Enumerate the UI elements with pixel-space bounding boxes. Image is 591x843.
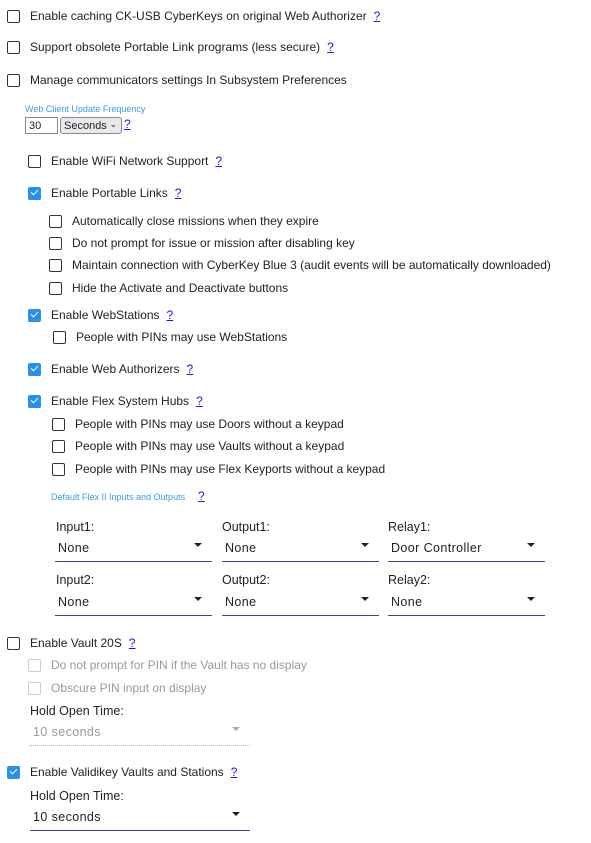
- checkbox[interactable]: [52, 439, 65, 453]
- help-link[interactable]: ?: [129, 636, 136, 650]
- input1-label: Input1:: [56, 520, 95, 534]
- option-manage-communicators[interactable]: Manage communicators settings In Subsyst…: [7, 73, 347, 87]
- option-wifi[interactable]: Enable WiFi Network Support?: [28, 154, 222, 168]
- dropdown-arrow-icon: [361, 543, 369, 547]
- help-link[interactable]: ?: [175, 186, 182, 200]
- option-web-authorizers[interactable]: Enable Web Authorizers?: [28, 362, 193, 376]
- output1-label: Output1:: [222, 520, 270, 534]
- input2-label: Input2:: [56, 573, 95, 587]
- dropdown-arrow-icon: [232, 812, 240, 816]
- checkbox[interactable]: [28, 394, 41, 408]
- checkbox[interactable]: [7, 40, 20, 54]
- frequency-input[interactable]: 30: [25, 117, 58, 134]
- output2-label: Output2:: [222, 573, 270, 587]
- dropdown-arrow-icon: [194, 597, 202, 601]
- checkbox[interactable]: [7, 636, 20, 650]
- option-webstations[interactable]: Enable WebStations?: [28, 308, 173, 322]
- relay1-select[interactable]: Door Controller: [388, 539, 545, 562]
- option-hide-activate[interactable]: Hide the Activate and Deactivate buttons: [49, 281, 288, 295]
- option-flex-keyports[interactable]: People with PINs may use Flex Keyports w…: [52, 462, 385, 476]
- option-flex-hubs[interactable]: Enable Flex System Hubs?: [28, 394, 203, 408]
- checkbox[interactable]: [7, 73, 20, 87]
- option-maintain-blue3[interactable]: Maintain connection with CyberKey Blue 3…: [49, 258, 551, 272]
- option-obscure-pin: Obscure PIN input on display: [28, 681, 206, 695]
- checkbox[interactable]: [49, 214, 62, 228]
- checkbox[interactable]: [53, 330, 66, 344]
- dropdown-arrow-icon: [527, 543, 535, 547]
- relay2-select[interactable]: None: [388, 593, 545, 616]
- help-link[interactable]: ?: [196, 394, 203, 408]
- option-portable-links[interactable]: Enable Portable Links?: [28, 186, 181, 200]
- help-link[interactable]: ?: [198, 489, 205, 503]
- option-no-prompt-issue[interactable]: Do not prompt for issue or mission after…: [49, 236, 355, 250]
- option-auto-close-missions[interactable]: Automatically close missions when they e…: [49, 214, 319, 228]
- validikey-hold-open-select[interactable]: 10 seconds: [30, 808, 250, 831]
- relay1-label: Relay1:: [388, 520, 431, 534]
- help-link[interactable]: ?: [124, 117, 131, 131]
- validikey-hold-open-label: Hold Open Time:: [30, 789, 124, 803]
- option-flex-doors[interactable]: People with PINs may use Doors without a…: [52, 417, 344, 431]
- help-link[interactable]: ?: [374, 9, 381, 23]
- checkbox[interactable]: [28, 362, 41, 376]
- vault-hold-open-select: 10 seconds: [30, 723, 250, 746]
- checkbox: [28, 658, 41, 672]
- vault-hold-open-label: Hold Open Time:: [30, 704, 124, 718]
- option-obsolete-portable-link[interactable]: Support obsolete Portable Link programs …: [7, 40, 334, 54]
- output1-select[interactable]: None: [222, 539, 379, 562]
- checkbox[interactable]: [7, 765, 20, 779]
- dropdown-arrow-icon: [527, 597, 535, 601]
- dropdown-arrow-icon: [194, 543, 202, 547]
- help-link[interactable]: ?: [231, 765, 238, 779]
- relay2-label: Relay2:: [388, 573, 431, 587]
- checkbox[interactable]: [52, 462, 65, 476]
- help-link[interactable]: ?: [187, 362, 194, 376]
- option-validikey[interactable]: Enable Validikey Vaults and Stations?: [7, 765, 237, 779]
- web-client-label: Web Client Update Frequency: [25, 104, 146, 114]
- option-cache-ck-usb[interactable]: Enable caching CK-USB CyberKeys on origi…: [7, 9, 380, 23]
- option-vault-no-pin-prompt: Do not prompt for PIN if the Vault has n…: [28, 658, 307, 672]
- output2-select[interactable]: None: [222, 593, 379, 616]
- checkbox[interactable]: [28, 186, 41, 200]
- input2-select[interactable]: None: [55, 593, 212, 616]
- checkbox[interactable]: [7, 9, 20, 23]
- checkbox: [28, 681, 41, 695]
- help-link[interactable]: ?: [327, 40, 334, 54]
- help-link[interactable]: ?: [215, 154, 222, 168]
- checkbox[interactable]: [49, 236, 62, 250]
- checkbox[interactable]: [49, 258, 62, 272]
- chevron-down-icon: ⌄: [109, 119, 117, 129]
- unit-select[interactable]: Seconds ⌄: [60, 117, 122, 134]
- dropdown-arrow-icon: [232, 727, 240, 731]
- option-webstations-pins[interactable]: People with PINs may use WebStations: [53, 330, 287, 344]
- option-vault-20s[interactable]: Enable Vault 20S?: [7, 636, 136, 650]
- help-link[interactable]: ?: [167, 308, 174, 322]
- checkbox[interactable]: [49, 281, 62, 295]
- checkbox[interactable]: [28, 154, 41, 168]
- option-flex-vaults[interactable]: People with PINs may use Vaults without …: [52, 439, 344, 453]
- input1-select[interactable]: None: [55, 539, 212, 562]
- flex-io-label: Default Flex II Inputs and Outputs: [51, 492, 186, 502]
- dropdown-arrow-icon: [361, 597, 369, 601]
- checkbox[interactable]: [28, 308, 41, 322]
- checkbox[interactable]: [52, 417, 65, 431]
